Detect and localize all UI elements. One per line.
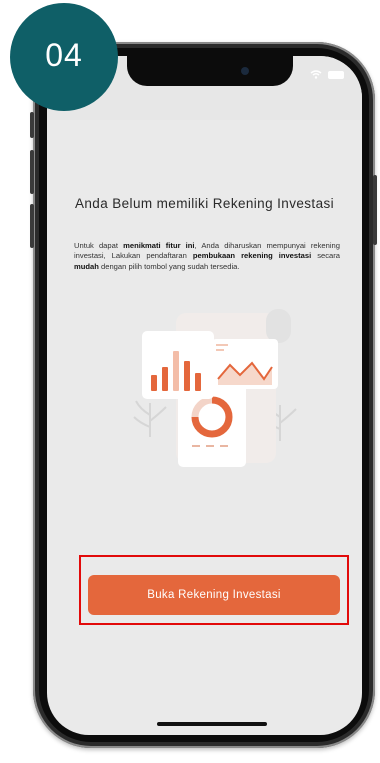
side-button-mute	[30, 112, 34, 138]
description-bold-2: pembukaan rekening investasi	[192, 251, 312, 261]
home-indicator	[157, 722, 267, 726]
status-icons	[310, 70, 344, 79]
notch	[127, 56, 293, 86]
investment-illustration	[128, 305, 303, 480]
side-button-power	[373, 175, 377, 245]
description-text: Untuk dapat menikmati fitur ini, Anda di…	[74, 241, 340, 272]
step-number: 04	[45, 37, 83, 73]
open-investment-account-button[interactable]: Buka Rekening Investasi	[88, 575, 340, 615]
description-part-3: secara	[311, 251, 341, 261]
description-part-1: Untuk dapat	[74, 241, 124, 250]
page-title: Anda Belum memiliki Rekening Investasi	[74, 196, 335, 211]
battery-icon	[328, 70, 344, 79]
side-button-volume-down	[30, 204, 34, 248]
investment-charts-illustration	[133, 309, 297, 467]
wifi-icon	[310, 70, 322, 79]
side-button-volume-up	[30, 150, 34, 194]
description-bold-1: menikmati fitur ini	[123, 241, 195, 250]
step-number-badge: 04	[10, 3, 118, 111]
description-part-4: dengan pilih tombol yang sudah tersedia.	[98, 261, 240, 271]
camera-icon	[241, 67, 249, 75]
description-bold-3: mudah	[74, 261, 99, 271]
